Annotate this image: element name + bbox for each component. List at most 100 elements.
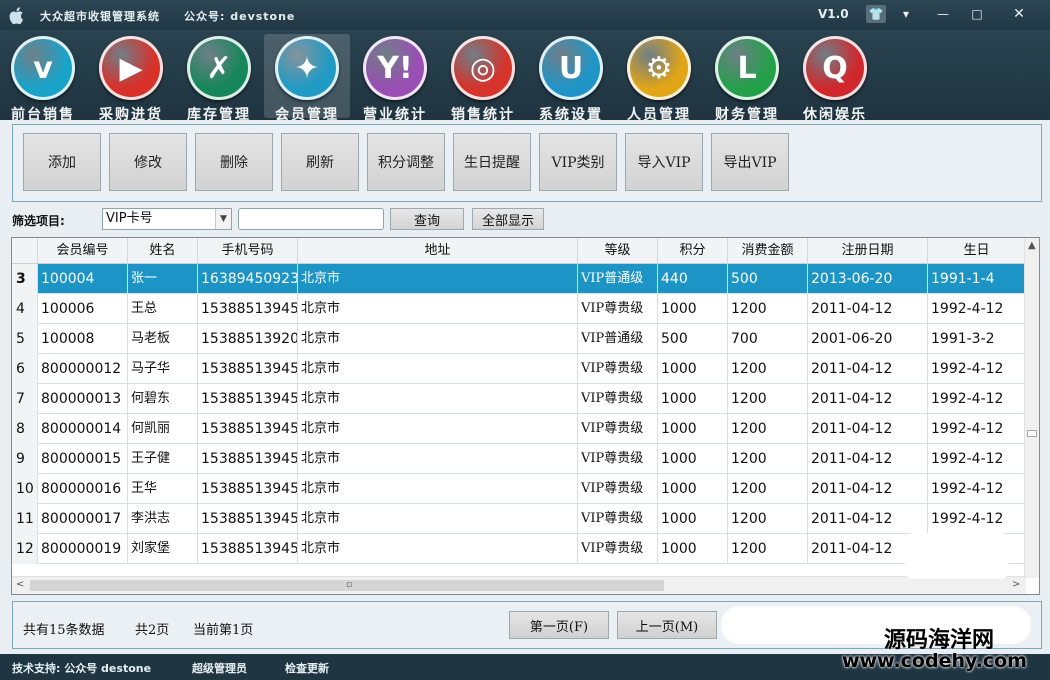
table-cell[interactable]: 何碧东 — [128, 384, 198, 414]
nav-item-9[interactable]: L 财务管理 — [704, 34, 790, 123]
table-cell[interactable]: 北京市 — [298, 504, 578, 534]
table-cell[interactable]: 1992-4-12 — [928, 294, 1026, 324]
toolbar-button-9[interactable]: 导出VIP — [711, 133, 789, 191]
nav-item-4[interactable]: ✦ 会员管理 — [264, 34, 350, 123]
table-cell[interactable]: 刘家堡 — [128, 534, 198, 564]
table-cell[interactable]: 800000013 — [38, 384, 128, 414]
table-cell[interactable]: 500 — [728, 264, 808, 294]
table-cell[interactable]: 2011-04-12 — [808, 354, 928, 384]
table-cell[interactable]: 15388513920 — [198, 324, 298, 354]
column-header[interactable]: 地址 — [298, 238, 578, 264]
table-cell[interactable]: 440 — [658, 264, 728, 294]
table-row[interactable]: 9 800000015 王子健 15388513945 北京市 VIP尊贵级 1000 120… — [12, 444, 1026, 474]
table-cell[interactable]: 北京市 — [298, 324, 578, 354]
table-cell[interactable]: 2001-06-20 — [808, 324, 928, 354]
table-cell[interactable]: 王华 — [128, 474, 198, 504]
table-cell[interactable]: 张一 — [128, 264, 198, 294]
scroll-left-icon[interactable]: < — [16, 579, 24, 590]
table-cell[interactable]: 1000 — [658, 474, 728, 504]
nav-item-1[interactable]: v 前台销售 — [0, 34, 86, 123]
table-row[interactable]: 8 800000014 何凯丽 15388513945 北京市 VIP尊贵级 1000 120… — [12, 414, 1026, 444]
skin-button[interactable]: 👕 — [866, 5, 886, 23]
table-cell[interactable]: 1000 — [658, 504, 728, 534]
table-cell[interactable]: 1992-4-12 — [928, 504, 1026, 534]
table-cell[interactable]: 15388513945 — [198, 444, 298, 474]
nav-item-6[interactable]: ◎ 销售统计 — [440, 34, 526, 123]
nav-item-5[interactable]: Y! 营业统计 — [352, 34, 438, 123]
table-cell[interactable]: 500 — [658, 324, 728, 354]
table-cell[interactable]: 1000 — [658, 444, 728, 474]
filter-field-select[interactable]: VIP卡号 ▼ — [102, 208, 232, 230]
table-cell[interactable]: 2011-04-12 — [808, 444, 928, 474]
scroll-right-icon[interactable]: > — [1012, 579, 1020, 590]
table-cell[interactable]: VIP尊贵级 — [578, 444, 658, 474]
table-cell[interactable]: 800000017 — [38, 504, 128, 534]
table-cell[interactable]: 2011-04-12 — [808, 384, 928, 414]
table-cell[interactable]: 何凯丽 — [128, 414, 198, 444]
table-cell[interactable]: 2011-04-12 — [808, 474, 928, 504]
table-cell[interactable]: 1200 — [728, 294, 808, 324]
table-cell[interactable]: 2013-06-20 — [808, 264, 928, 294]
vertical-scrollbar[interactable]: ▲ — [1024, 238, 1039, 578]
table-cell[interactable]: 1992-4-12 — [928, 414, 1026, 444]
table-cell[interactable]: 马子华 — [128, 354, 198, 384]
table-cell[interactable]: VIP尊贵级 — [578, 354, 658, 384]
first-page-button[interactable]: 第一页(F) — [509, 611, 609, 639]
nav-item-3[interactable]: ✗ 库存管理 — [176, 34, 262, 123]
table-cell[interactable]: 1991-3-2 — [928, 324, 1026, 354]
table-cell[interactable]: 15388513945 — [198, 504, 298, 534]
table-cell[interactable]: 1200 — [728, 414, 808, 444]
column-header[interactable]: 积分 — [658, 238, 728, 264]
table-cell[interactable]: 李洪志 — [128, 504, 198, 534]
table-cell[interactable]: 800000014 — [38, 414, 128, 444]
table-cell[interactable]: 15388513945 — [198, 474, 298, 504]
table-cell[interactable]: 1200 — [728, 354, 808, 384]
table-cell[interactable]: 100006 — [38, 294, 128, 324]
table-cell[interactable]: 北京市 — [298, 294, 578, 324]
toolbar-button-2[interactable]: 修改 — [109, 133, 187, 191]
table-cell[interactable]: 北京市 — [298, 534, 578, 564]
table-cell[interactable]: VIP普通级 — [578, 324, 658, 354]
table-cell[interactable]: 北京市 — [298, 264, 578, 294]
table-cell[interactable]: 100008 — [38, 324, 128, 354]
table-cell[interactable]: 北京市 — [298, 414, 578, 444]
table-cell[interactable]: 1991-1-4 — [928, 264, 1026, 294]
table-cell[interactable]: 800000019 — [38, 534, 128, 564]
toolbar-button-8[interactable]: 导入VIP — [625, 133, 703, 191]
table-cell[interactable]: 15388513945 — [198, 534, 298, 564]
table-cell[interactable]: 100004 — [38, 264, 128, 294]
table-row[interactable]: 7 800000013 何碧东 15388513945 北京市 VIP尊贵级 1000 120… — [12, 384, 1026, 414]
table-cell[interactable]: 1200 — [728, 534, 808, 564]
table-cell[interactable]: 北京市 — [298, 444, 578, 474]
table-cell[interactable]: VIP普通级 — [578, 264, 658, 294]
column-header[interactable]: 注册日期 — [808, 238, 928, 264]
search-button[interactable]: 查询 — [390, 208, 464, 230]
table-cell[interactable]: 王总 — [128, 294, 198, 324]
table-cell[interactable]: 800000012 — [38, 354, 128, 384]
table-cell[interactable]: 1992-4-12 — [928, 384, 1026, 414]
column-header[interactable]: 等级 — [578, 238, 658, 264]
column-header[interactable]: 生日 — [928, 238, 1026, 264]
nav-item-8[interactable]: ⚙ 人员管理 — [616, 34, 702, 123]
table-cell[interactable]: 1200 — [728, 504, 808, 534]
table-cell[interactable]: 800000016 — [38, 474, 128, 504]
table-cell[interactable]: 1000 — [658, 414, 728, 444]
search-input[interactable] — [238, 208, 384, 230]
horizontal-scrollbar[interactable]: < ▫ > — [12, 576, 1026, 594]
table-row[interactable]: 4 100006 王总 15388513945 北京市 VIP尊贵级 1000 1200 201… — [12, 294, 1026, 324]
table-cell[interactable]: 800000015 — [38, 444, 128, 474]
minimize-button[interactable]: — — [928, 5, 958, 23]
table-row[interactable]: 10 800000016 王华 15388513945 北京市 VIP尊贵级 1000 120… — [12, 474, 1026, 504]
table-row[interactable]: 11 800000017 李洪志 15388513945 北京市 VIP尊贵级 1000 12… — [12, 504, 1026, 534]
column-header[interactable]: 手机号码 — [198, 238, 298, 264]
toolbar-button-6[interactable]: 生日提醒 — [453, 133, 531, 191]
table-cell[interactable]: 2011-04-12 — [808, 414, 928, 444]
prev-page-button[interactable]: 上一页(M) — [617, 611, 717, 639]
menu-button[interactable]: ▾ — [896, 5, 916, 23]
maximize-button[interactable]: □ — [962, 5, 992, 23]
table-cell[interactable]: 16389450923 — [198, 264, 298, 294]
check-update-link[interactable]: 检查更新 — [285, 660, 329, 676]
toolbar-button-4[interactable]: 刷新 — [281, 133, 359, 191]
table-cell[interactable]: 1200 — [728, 474, 808, 504]
table-cell[interactable]: VIP尊贵级 — [578, 294, 658, 324]
